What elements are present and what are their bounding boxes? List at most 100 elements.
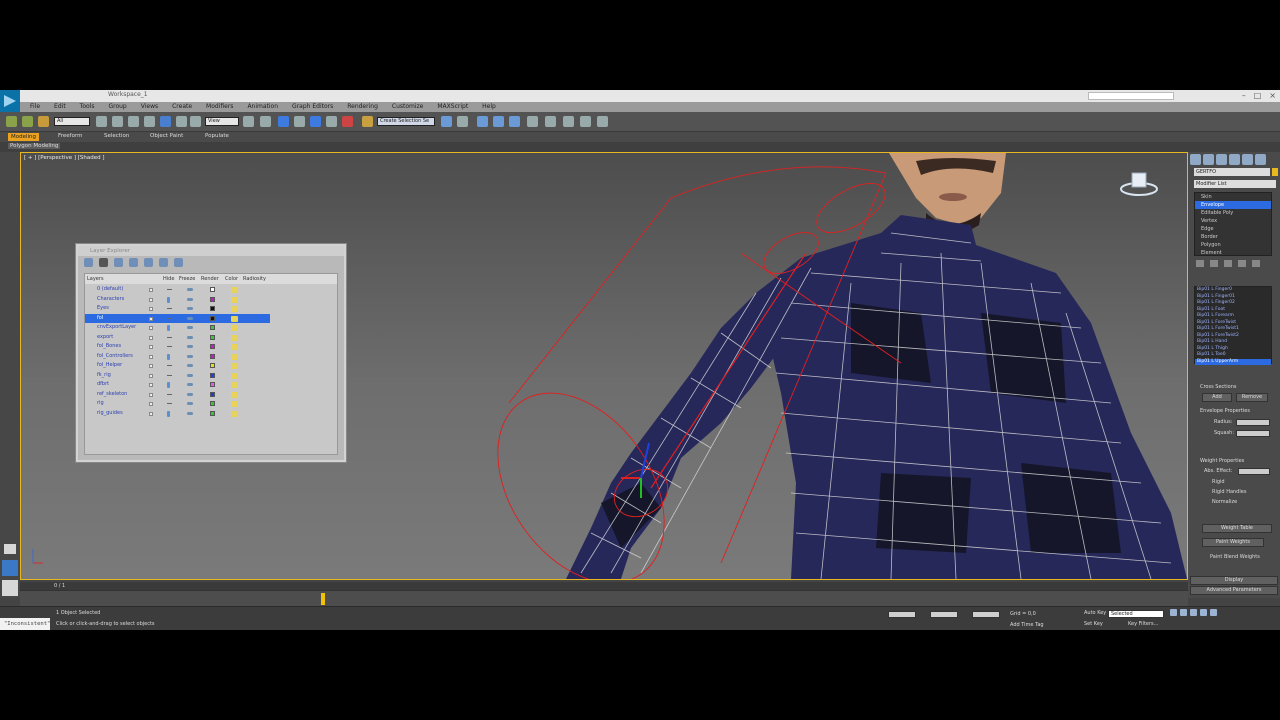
menu-item-help[interactable]: Help	[482, 102, 496, 112]
radiosity-icon[interactable]	[231, 382, 238, 388]
configure-sets-icon[interactable]	[1252, 260, 1260, 267]
weight-table-button[interactable]: Weight Table	[1202, 524, 1272, 533]
hide-toggle[interactable]	[149, 354, 153, 359]
go-to-end-icon[interactable]	[1210, 609, 1217, 616]
ribbon-tab-freeform[interactable]: Freeform	[58, 133, 83, 139]
modifier-list-select[interactable]: Modifier List	[1194, 180, 1276, 188]
search-input[interactable]	[1088, 92, 1174, 100]
angle-snap-icon[interactable]	[310, 116, 321, 127]
pivot-icon[interactable]	[243, 116, 254, 127]
menu-item-modifiers[interactable]: Modifiers	[206, 102, 233, 112]
render-toggle[interactable]	[187, 392, 193, 396]
layer-explorer-window[interactable]: Layer Explorer Layers Hide Freeze Render Col…	[76, 244, 346, 462]
pin-stack-icon[interactable]	[1196, 260, 1204, 267]
link-icon[interactable]	[6, 116, 17, 127]
object-name-field[interactable]: GERTFO	[1194, 168, 1270, 176]
layer-color-swatch[interactable]	[210, 372, 215, 378]
layer-row[interactable]: fol_Helper	[85, 361, 270, 371]
utilities-tab-icon[interactable]	[1255, 154, 1266, 165]
hierarchy-tab-icon[interactable]	[1216, 154, 1227, 165]
column-header-layers[interactable]: Layers	[87, 276, 104, 282]
radiosity-icon[interactable]	[231, 287, 238, 293]
hide-toggle[interactable]	[149, 345, 153, 349]
create-tab-icon[interactable]	[1190, 154, 1201, 165]
column-header-color[interactable]: Color	[225, 276, 238, 282]
hide-toggle[interactable]	[149, 326, 153, 330]
radiosity-icon[interactable]	[231, 410, 238, 417]
hide-all-icon[interactable]	[159, 258, 168, 267]
go-to-start-icon[interactable]	[1170, 609, 1177, 616]
layer-row[interactable]: rig	[85, 399, 270, 409]
layer-color-swatch[interactable]	[210, 401, 215, 406]
set-key-button[interactable]: Set Key	[1084, 621, 1103, 629]
freeze-all-icon[interactable]	[174, 258, 183, 267]
reference-coord-select[interactable]: View	[205, 117, 239, 126]
radiosity-icon[interactable]	[231, 391, 238, 398]
layer-color-swatch[interactable]	[210, 363, 215, 368]
menu-item-graph-editors[interactable]: Graph Editors	[292, 102, 333, 112]
window-crossing-icon[interactable]	[144, 116, 155, 127]
selection-filter-select[interactable]: All	[54, 117, 90, 126]
radius-input[interactable]	[1236, 419, 1270, 426]
layer-row[interactable]: dfbrt	[85, 380, 270, 390]
display-tab-icon[interactable]	[1242, 154, 1253, 165]
stack-item[interactable]: Vertex	[1195, 217, 1271, 225]
bind-icon[interactable]	[38, 116, 49, 127]
menu-item-customize[interactable]: Customize	[392, 102, 424, 112]
play-icon[interactable]	[1190, 609, 1197, 616]
add-to-layer-icon[interactable]	[114, 258, 123, 267]
radiosity-icon[interactable]	[231, 401, 238, 407]
rigid-checkbox[interactable]: Rigid	[1212, 479, 1225, 485]
key-mode-select[interactable]: Selected	[1108, 610, 1164, 618]
rendered-frame-icon[interactable]	[580, 116, 591, 127]
render-toggle[interactable]	[187, 297, 193, 301]
select-by-name-icon[interactable]	[112, 116, 123, 127]
maximize-icon[interactable]: □	[1254, 91, 1262, 100]
column-header-freeze[interactable]: Freeze	[179, 276, 195, 282]
layer-manager-icon[interactable]	[477, 116, 488, 127]
render-toggle[interactable]	[187, 354, 193, 358]
select-layer-icon[interactable]	[129, 258, 138, 267]
app-logo-icon[interactable]	[0, 90, 20, 112]
menu-item-create[interactable]: Create	[172, 102, 192, 112]
mirror-icon[interactable]	[441, 116, 452, 127]
radiosity-icon[interactable]	[231, 315, 238, 322]
freeze-toggle[interactable]	[167, 317, 172, 319]
ribbon-tab-selection[interactable]: Selection	[104, 133, 129, 139]
ribbon-tab-object-paint[interactable]: Object Paint	[150, 133, 183, 139]
normalize-checkbox[interactable]: Normalize	[1212, 499, 1237, 505]
previous-frame-icon[interactable]	[1180, 609, 1187, 616]
layer-color-swatch[interactable]	[210, 334, 215, 340]
layer-color-swatch[interactable]	[210, 296, 215, 302]
layer-row[interactable]: Characters	[85, 295, 270, 305]
render-toggle[interactable]	[187, 364, 193, 367]
minimize-icon[interactable]: –	[1242, 91, 1246, 100]
bone-list-item[interactable]: Bip01 L UpperArm	[1195, 358, 1271, 365]
layer-color-swatch[interactable]	[210, 325, 215, 330]
menu-item-tools[interactable]: Tools	[80, 102, 95, 112]
freeze-toggle[interactable]	[167, 410, 170, 417]
viewport-layout-icon[interactable]	[4, 544, 16, 554]
hide-toggle[interactable]	[149, 297, 153, 302]
render-toggle[interactable]	[187, 402, 193, 405]
perspective-viewport[interactable]: [ + ] [Perspective ] [Shaded ] Layer Exp…	[20, 152, 1188, 580]
next-frame-icon[interactable]	[1200, 609, 1207, 616]
menu-item-rendering[interactable]: Rendering	[347, 102, 378, 112]
layer-row[interactable]: 0 (default)	[85, 285, 270, 295]
menu-item-edit[interactable]: Edit	[54, 102, 66, 112]
align-icon[interactable]	[457, 116, 468, 127]
scale-icon[interactable]	[190, 116, 201, 127]
radiosity-icon[interactable]	[231, 334, 238, 341]
column-header-hide[interactable]: Hide	[163, 276, 174, 282]
hide-toggle[interactable]	[149, 383, 153, 387]
rotate-icon[interactable]	[176, 116, 187, 127]
snap-icon[interactable]	[294, 116, 305, 127]
rigid-handles-checkbox[interactable]: Rigid Handles	[1212, 489, 1246, 495]
percent-snap-icon[interactable]	[326, 116, 337, 127]
layer-color-swatch[interactable]	[210, 306, 215, 311]
layer-color-swatch[interactable]	[210, 410, 215, 416]
highlight-layer-icon[interactable]	[144, 258, 153, 267]
freeze-toggle[interactable]	[167, 346, 172, 347]
spinner-snap-icon[interactable]	[342, 116, 353, 127]
layer-color-swatch[interactable]	[210, 287, 215, 292]
